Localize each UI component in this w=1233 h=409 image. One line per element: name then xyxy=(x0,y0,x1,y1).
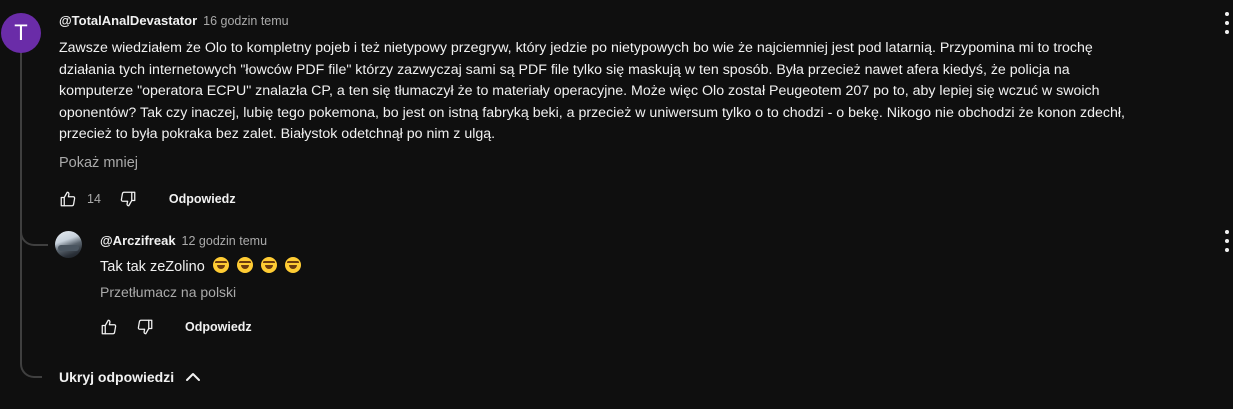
reply-button[interactable]: Odpowiedz xyxy=(169,192,236,206)
laughing-emoji xyxy=(284,257,301,273)
laughing-emoji xyxy=(236,257,253,273)
hide-replies-label: Ukryj odpowiedzi xyxy=(59,369,175,385)
reply-text-content: Tak tak zeZolino xyxy=(100,259,205,275)
thumbs-up-icon[interactable] xyxy=(100,318,118,336)
translate-button[interactable]: Przetłumacz na polski xyxy=(100,284,236,300)
hide-replies-button[interactable]: Ukryj odpowiedzi xyxy=(59,369,202,385)
reply-connector xyxy=(20,214,48,246)
avatar[interactable]: T xyxy=(1,13,41,53)
reply-header: @Arczifreak 12 godzin temu xyxy=(100,233,267,248)
thumbs-down-icon[interactable] xyxy=(119,190,137,208)
comment-author[interactable]: @TotalAnalDevastator xyxy=(59,13,197,28)
comment-text-line: działania tych internetowych "łowców PDF… xyxy=(59,61,1070,78)
reply-button[interactable]: Odpowiedz xyxy=(185,320,252,334)
reply-avatar[interactable] xyxy=(55,231,82,258)
comment-actions: 14 Odpowiedz xyxy=(59,190,236,208)
comment-text-line: przecież to była pokraka bez zalet. Biał… xyxy=(59,126,496,142)
thread-line-end xyxy=(20,348,42,378)
thumbs-up-icon[interactable] xyxy=(59,190,77,208)
chevron-up-icon xyxy=(184,370,202,384)
laughing-emoji xyxy=(212,257,229,273)
comment-header: @TotalAnalDevastator 16 godzin temu xyxy=(59,13,289,28)
show-less-button[interactable]: Pokaż mniej xyxy=(59,155,138,171)
comment-more-icon[interactable] xyxy=(1223,12,1231,34)
reply-time[interactable]: 12 godzin temu xyxy=(182,234,267,248)
comment-text-line: oponentów? Tak czy inaczej, lubię tego p… xyxy=(59,104,1125,121)
avatar-letter: T xyxy=(14,20,28,45)
thumbs-down-icon[interactable] xyxy=(136,318,154,336)
reply-text: Tak tak zeZolino xyxy=(100,257,301,275)
comment-time[interactable]: 16 godzin temu xyxy=(203,14,288,28)
laughing-emoji xyxy=(260,257,277,273)
comment-text-line: komputerze "operatora ECPU" znalazła CP,… xyxy=(59,83,1100,99)
reply-author[interactable]: @Arczifreak xyxy=(100,233,176,248)
thread-line xyxy=(20,52,22,357)
like-count: 14 xyxy=(87,192,101,206)
comment-text: Zawsze wiedziałem że Olo to kompletny po… xyxy=(59,38,1233,146)
reply-actions: Odpowiedz xyxy=(100,318,252,336)
reply-more-icon[interactable] xyxy=(1223,230,1231,252)
comment-text-line: Zawsze wiedziałem że Olo to kompletny po… xyxy=(59,40,1093,56)
